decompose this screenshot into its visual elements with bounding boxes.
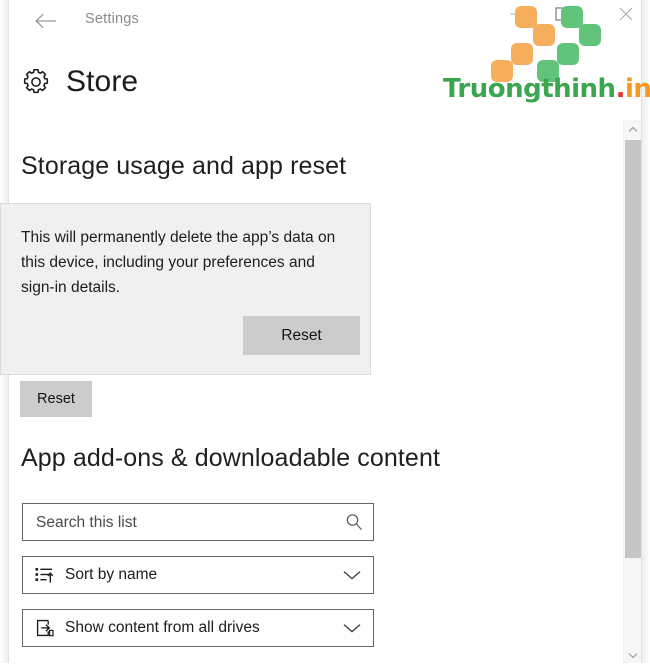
scrollbar-thumb[interactable] [625, 140, 641, 558]
maximize-button[interactable] [539, 0, 585, 32]
page-header: Store [20, 66, 138, 98]
drives-dropdown[interactable]: Show content from all drives [22, 609, 374, 647]
brand-name-part1: Truongthinh [443, 74, 616, 104]
chevron-down-icon[interactable] [339, 615, 365, 641]
back-button[interactable] [31, 8, 61, 34]
chevron-down-icon[interactable] [339, 562, 365, 588]
close-icon [618, 6, 634, 27]
section-title-app-addons: App add-ons & downloadable content [21, 444, 440, 472]
gear-icon [20, 66, 52, 98]
search-input[interactable] [34, 504, 338, 542]
chevron-up-icon [628, 120, 638, 138]
maximize-icon [555, 6, 569, 26]
scroll-up-button[interactable] [624, 120, 641, 137]
minimize-button[interactable] [493, 0, 539, 32]
close-button[interactable] [603, 0, 649, 32]
brand-text: Truongthinh.info [443, 74, 650, 104]
page-title: Store [66, 65, 139, 98]
back-arrow-icon [35, 13, 57, 29]
search-box[interactable] [22, 503, 374, 542]
window-edge-shadow-right [642, 0, 650, 663]
app-title: Settings [85, 11, 139, 27]
settings-window: Settings Truongthinh.in Store Storage us… [0, 0, 650, 663]
chevron-down-icon [628, 646, 638, 664]
reset-button[interactable]: Reset [20, 381, 92, 417]
scroll-down-button[interactable] [624, 646, 641, 663]
brand-dot: . [615, 74, 626, 104]
drives-dropdown-value: Show content from all drives [65, 619, 260, 636]
vertical-scrollbar[interactable] [623, 120, 641, 663]
drive-content-icon [34, 617, 56, 639]
sort-dropdown[interactable]: Sort by name [22, 556, 374, 594]
reset-dialog-message: This will permanently delete the app’s d… [21, 229, 336, 296]
dialog-reset-confirm-button[interactable]: Reset [243, 316, 360, 355]
search-icon[interactable] [344, 512, 364, 532]
sort-ascending-icon [34, 564, 56, 586]
window-border-right [641, 0, 642, 663]
section-title-storage-usage: Storage usage and app reset [21, 152, 347, 180]
sort-dropdown-value: Sort by name [65, 566, 158, 583]
title-bar: Settings [9, 0, 641, 40]
minimize-icon [509, 7, 523, 25]
